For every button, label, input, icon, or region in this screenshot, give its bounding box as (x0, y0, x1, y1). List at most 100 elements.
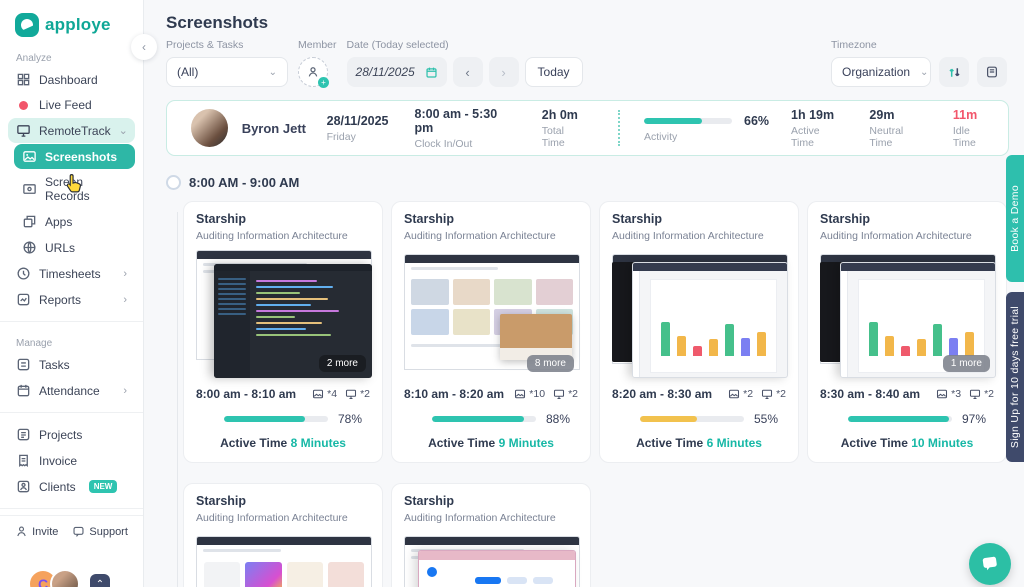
add-member-button[interactable]: + (298, 57, 329, 88)
timezone-select[interactable]: Organization ⌄ (831, 57, 931, 87)
note-document-icon (987, 66, 997, 78)
sidebar-item-timesheets[interactable]: Timesheets › (8, 261, 135, 286)
support-button[interactable]: Support (72, 525, 128, 538)
sidebar-item-dashboard[interactable]: Dashboard (8, 67, 135, 92)
sidebar-item-label: Tasks (39, 357, 70, 372)
sidebar-item-live-feed[interactable]: Live Feed (8, 93, 135, 117)
summary-total-col: 2h 0m Total Time (542, 108, 588, 149)
active-time-value: 1h 19m (791, 107, 835, 122)
card-project: Starship (196, 212, 247, 226)
dashboard-grid-icon (17, 73, 30, 86)
more-count-badge[interactable]: 2 more (318, 355, 366, 372)
invite-button[interactable]: Invite (15, 525, 58, 538)
card-active-value: 9 Minutes (498, 436, 554, 450)
workspace-switcher[interactable]: C ⌃ (28, 569, 110, 587)
card-progress-track (224, 416, 328, 422)
card-active-value: 10 Minutes (911, 436, 974, 450)
sidebar-item-projects[interactable]: Projects (8, 422, 135, 447)
card-progress-track (848, 416, 952, 422)
sidebar-collapse-button[interactable]: ‹ (131, 34, 157, 60)
sidebar-item-label: Live Feed (39, 98, 92, 112)
hand-cursor-icon (66, 174, 82, 193)
screenshot-thumbnail[interactable]: 8 more (404, 250, 580, 378)
apps-icon (23, 215, 36, 228)
projects-tasks-select[interactable]: (All) ⌄ (166, 57, 288, 87)
app-logo[interactable]: apploye (0, 0, 143, 37)
monitor-count: *2 (984, 388, 994, 400)
more-count-badge[interactable]: 8 more (526, 355, 574, 372)
sidebar-item-screenshots[interactable]: Screenshots (14, 144, 135, 169)
screenshot-count: *3 (951, 388, 962, 400)
card-active-label: Active Time (428, 436, 496, 450)
monitor-count-icon (554, 389, 565, 400)
plus-badge-icon: + (318, 77, 329, 88)
screenshot-card[interactable]: Starship Auditing Information Architectu… (183, 483, 383, 587)
member-summary-card: Byron Jett 28/11/2025 Friday 8:00 am - 5… (166, 100, 1009, 156)
invoice-icon (19, 454, 28, 467)
activity-percent: 66% (744, 113, 770, 128)
sort-order-button[interactable] (939, 57, 969, 87)
sidebar-item-label: Reports (39, 292, 82, 307)
card-project: Starship (196, 494, 247, 508)
screenshot-card[interactable]: Starship Auditing Information Architectu… (391, 483, 591, 587)
time-range-toggle[interactable] (166, 175, 181, 190)
neutral-time-col: 29m Neutral Time (869, 108, 926, 149)
prev-day-button[interactable]: ‹ (452, 57, 483, 87)
sidebar-item-urls[interactable]: URLs (14, 235, 135, 260)
chat-widget-button[interactable] (969, 543, 1011, 585)
chevron-right-icon: › (123, 267, 127, 280)
clock-in-out-value: 8:00 am - 5:30 pm (414, 106, 498, 135)
chevron-right-icon: › (123, 384, 127, 397)
invite-person-icon (17, 526, 26, 537)
sidebar-item-label: Apps (45, 214, 73, 229)
more-count-badge[interactable]: 1 more (942, 355, 990, 372)
monitor-count: *2 (776, 388, 786, 400)
sidebar-item-tasks[interactable]: Tasks (8, 352, 135, 377)
next-day-button[interactable]: › (488, 57, 519, 87)
screenshot-card[interactable]: Starship Auditing Information Architectu… (391, 201, 591, 463)
image-icon (23, 151, 36, 162)
sidebar-item-label: Timesheets (39, 266, 101, 281)
globe-icon (23, 241, 36, 254)
screenshot-card[interactable]: Starship Auditing Information Architectu… (599, 201, 799, 463)
screenshot-count: *4 (327, 388, 338, 400)
chevron-up-icon[interactable]: ⌃ (90, 574, 110, 587)
date-label: Date (Today selected) (346, 39, 449, 51)
free-trial-tab[interactable]: Sign Up for 10 days free trial (1006, 292, 1024, 462)
sidebar-item-label: Invoice (39, 453, 78, 468)
screenshot-thumbnail[interactable]: 1 more (820, 250, 996, 378)
activity-col: 66% Activity (644, 114, 769, 143)
screenshot-count-icon (313, 389, 324, 399)
screenshot-thumbnail[interactable] (612, 250, 788, 378)
tasks-icon (17, 358, 30, 371)
screenshot-thumbnail[interactable]: 2 more (196, 250, 372, 378)
screenshot-thumbnail[interactable] (404, 532, 580, 587)
sidebar-item-clients[interactable]: Clients NEW (8, 474, 135, 499)
projects-tasks-label: Projects & Tasks (166, 39, 244, 51)
main-content: Screenshots Projects & Tasks (All) ⌄ Mem… (144, 0, 1024, 587)
sidebar-item-remotetrack[interactable]: RemoteTrack ⌄ (8, 118, 135, 143)
divider (0, 412, 143, 413)
sidebar-item-apps[interactable]: Apps (14, 209, 135, 234)
card-project: Starship (820, 212, 871, 226)
sidebar-item-label: Dashboard (39, 72, 98, 87)
card-active-value: 8 Minutes (290, 436, 346, 450)
notes-button[interactable] (977, 57, 1007, 87)
sidebar-item-invoice[interactable]: Invoice (8, 448, 135, 473)
date-input[interactable]: 28/11/2025 (346, 57, 447, 87)
screenshot-card[interactable]: Starship Auditing Information Architectu… (183, 201, 383, 463)
book-a-demo-tab[interactable]: Book a Demo (1006, 155, 1024, 282)
today-button[interactable]: Today (524, 57, 583, 87)
summary-date: 28/11/2025 (326, 113, 389, 128)
apploye-logo-icon (15, 13, 39, 37)
date-value: 28/11/2025 (355, 65, 415, 79)
sidebar-item-reports[interactable]: Reports › (8, 287, 135, 312)
card-task: Auditing Information Architecture (196, 230, 348, 242)
timezone-label: Timezone (831, 39, 877, 51)
screenshot-card[interactable]: Starship Auditing Information Architectu… (807, 201, 1007, 463)
page-title: Screenshots (166, 13, 269, 32)
sidebar-item-attendance[interactable]: Attendance › (8, 378, 135, 403)
monitor-icon (17, 125, 30, 137)
card-progress-track (640, 416, 744, 422)
screenshot-thumbnail[interactable] (196, 532, 372, 587)
